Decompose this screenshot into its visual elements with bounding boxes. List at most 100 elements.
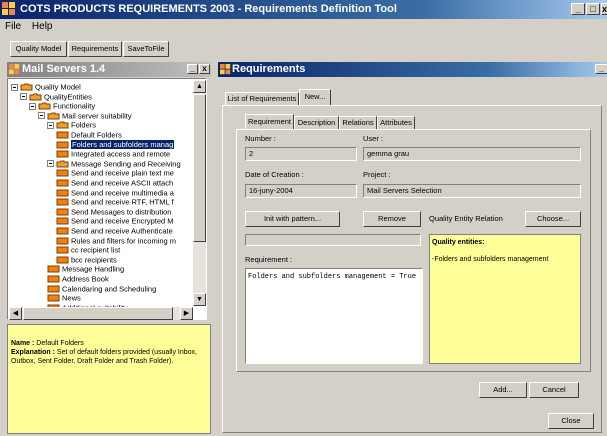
quality-entity-icon (56, 189, 69, 197)
tree-node[interactable]: Quality Model (11, 82, 81, 92)
tab-new[interactable]: New... (299, 89, 331, 106)
requirements-button[interactable]: Requirements (68, 41, 122, 57)
tree-node[interactable]: Default Folders (56, 130, 122, 140)
quality-entity-icon (56, 198, 69, 206)
collapse-toggle-icon[interactable] (20, 93, 27, 101)
save-to-file-button[interactable]: SaveToFile (123, 41, 169, 57)
tree-node[interactable]: Folders (47, 120, 96, 130)
tree-node[interactable]: Send Messages to distribution (56, 207, 171, 216)
hscroll-thumb[interactable] (23, 307, 173, 320)
quality-model-button[interactable]: Quality Model (10, 41, 67, 57)
tree-node[interactable]: Send and receive plain text me (56, 168, 174, 178)
tab-list-of-requirements[interactable]: List of Requirements (225, 92, 299, 106)
app-icon (2, 2, 15, 15)
date-field[interactable]: 16-juny-2004 (245, 184, 357, 198)
quality-entity-icon (56, 227, 69, 235)
left-panel-close-button[interactable]: x (199, 64, 210, 74)
quality-entity-icon (47, 275, 60, 283)
requirements-title: Requirements (232, 63, 306, 75)
tree-node[interactable]: Send and receive Encrypted M (56, 216, 174, 226)
tree-node-label: Send and receive RTF, HTML f (71, 197, 174, 207)
name-value: Default Folders (36, 340, 84, 347)
tree-node[interactable]: bcc recipients (56, 255, 117, 264)
scroll-thumb[interactable] (193, 94, 206, 242)
user-field[interactable]: gemma grau (363, 147, 581, 161)
maximize-button[interactable]: □ (586, 3, 600, 15)
quality-entity-icon (56, 246, 69, 254)
scroll-up-icon[interactable]: ▲ (193, 80, 206, 93)
menu-help[interactable]: Help (32, 21, 53, 32)
menu-bar: File Help (0, 19, 607, 35)
menu-file[interactable]: File (5, 21, 21, 32)
tree-node[interactable]: Send and receive Authenticate (56, 226, 173, 236)
tree-node[interactable]: Message Handling (47, 264, 125, 274)
panel-icon (9, 64, 20, 75)
tree-node-label: cc recipient list (71, 245, 121, 255)
pattern-field[interactable] (245, 234, 421, 246)
tree-node[interactable]: Calendaring and Scheduling (47, 284, 156, 293)
scroll-left-icon[interactable]: ◀ (9, 307, 22, 320)
number-field[interactable]: 2 (245, 147, 357, 161)
tab-attributes[interactable]: Attributes (377, 116, 415, 130)
quality-entity-icon (56, 208, 69, 216)
tree-node[interactable]: Folders and subfolders manag (56, 140, 175, 150)
tree-node[interactable]: Mail server suitability (38, 111, 132, 120)
quality-model-tree[interactable]: Quality Model QualityEntities Functionalit… (7, 78, 207, 320)
collapse-toggle-icon[interactable] (47, 160, 54, 168)
tree-vertical-scrollbar[interactable]: ▲ ▼ (193, 80, 206, 306)
quality-entity-icon (56, 150, 69, 158)
requirements-icon (220, 64, 231, 75)
tree-node[interactable]: Functionality (29, 101, 95, 111)
minimize-button[interactable]: _ (571, 3, 585, 15)
tab-description[interactable]: Description (294, 116, 339, 130)
tree-node[interactable]: Message Sending and Receiving (47, 159, 181, 168)
tree-node-label: Folders and subfolders manag (71, 140, 175, 150)
quality-entity-icon (47, 265, 60, 273)
left-panel-title: Mail Servers 1.4 (22, 63, 106, 75)
tree-node-label: Address Book (62, 274, 109, 284)
add-button[interactable]: Add... (479, 382, 527, 398)
tree-node[interactable]: cc recipient list (56, 245, 121, 255)
tree-node-label: Send and receive Encrypted M (71, 216, 174, 226)
remove-button[interactable]: Remove (363, 211, 421, 227)
project-label: Project : (363, 170, 391, 179)
left-panel-minimize-button[interactable]: _ (187, 64, 198, 74)
folder-icon (56, 121, 69, 129)
tree-node[interactable]: News (47, 293, 81, 303)
scroll-down-icon[interactable]: ▼ (193, 293, 206, 306)
quality-entity-icon (47, 285, 60, 293)
tab-requirement[interactable]: Requirement (245, 114, 294, 130)
init-with-pattern-button[interactable]: Init with pattern... (245, 211, 340, 227)
tree-node[interactable]: Rules and filters for incoming m (56, 236, 176, 245)
tree-node-label: Message Handling (62, 264, 125, 274)
requirement-textarea[interactable]: Folders and subfolders management = True (245, 268, 423, 364)
project-field[interactable]: Mail Servers Selection (363, 184, 581, 198)
tree-node-label: Message Sending and Receiving (71, 159, 181, 169)
tree-node-label: Send Messages to distribution (71, 207, 172, 217)
cancel-button[interactable]: Cancel (529, 382, 579, 398)
tree-horizontal-scrollbar[interactable]: ◀ ▶ (9, 307, 193, 320)
requirements-minimize-button[interactable]: _ (595, 64, 607, 74)
tree-node[interactable]: Address Book (47, 274, 109, 284)
close-button[interactable]: x (601, 3, 607, 15)
tree-node[interactable]: Send and receive RTF, HTML f (56, 197, 174, 207)
quality-entity-icon (56, 169, 69, 177)
collapse-toggle-icon[interactable] (47, 121, 54, 129)
tab-relations[interactable]: Relations (339, 116, 377, 130)
choose-button[interactable]: Choose... (525, 211, 581, 227)
scroll-right-icon[interactable]: ▶ (180, 307, 193, 320)
tree-node[interactable]: Integrated access and remote (56, 149, 171, 159)
tree-node[interactable]: QualityEntities (20, 92, 92, 101)
close-window-button[interactable]: Close (548, 413, 594, 429)
toolbar: Quality Model Requirements SaveToFile (0, 37, 607, 59)
collapse-toggle-icon[interactable] (11, 83, 18, 91)
tree-node-label: Integrated access and remote (71, 149, 171, 159)
collapse-toggle-icon[interactable] (38, 112, 45, 120)
tree-node-label: Calendaring and Scheduling (62, 284, 157, 294)
quality-entity-item: -Folders and subfolders management (432, 256, 549, 263)
tree-node[interactable]: Send and receive multimedia a (56, 188, 174, 197)
collapse-toggle-icon[interactable] (29, 102, 36, 110)
tree-node[interactable]: Send and receive ASCII attach (56, 178, 173, 188)
quality-entity-icon (56, 131, 69, 139)
tree-node-label: Send and receive multimedia a (71, 188, 174, 198)
